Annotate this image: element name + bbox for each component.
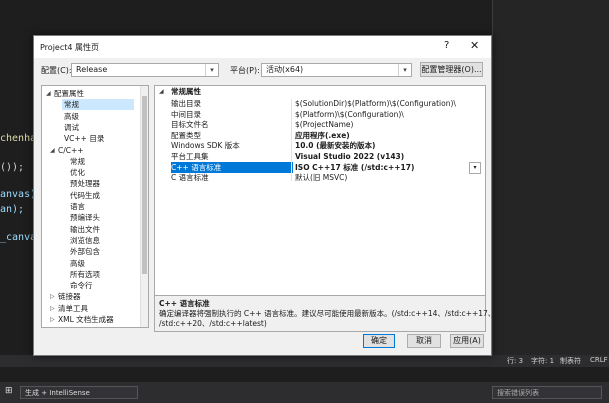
tree-item[interactable]: VC++ 目录 — [62, 133, 104, 144]
property-row[interactable]: 输出目录 $(SolutionDir)$(Platform)\$(Configur… — [155, 98, 485, 109]
tree-item[interactable]: 所有选项 — [68, 269, 100, 280]
property-name: 平台工具集 — [171, 152, 209, 161]
tree-item[interactable]: 清单工具 — [56, 303, 88, 314]
expand-icon[interactable]: ▷ — [50, 305, 55, 312]
status-tab: 制表符 — [560, 357, 581, 365]
tree-item[interactable]: 浏览信息 — [68, 235, 100, 246]
ok-button[interactable]: 确定 — [363, 334, 395, 348]
property-value: $(SolutionDir)$(Platform)\$(Configuratio… — [295, 99, 456, 108]
filter-icon[interactable]: ⊞ — [5, 386, 13, 396]
code-line: an); — [0, 204, 25, 215]
property-pages-dialog: Project4 属性页 ? ✕ 配置(C): Release ▾ 平台(P):… — [33, 35, 495, 356]
property-row[interactable]: Windows SDK 版本 10.0 (最新安装的版本) — [155, 140, 485, 151]
tree-item[interactable]: 高级 — [62, 111, 79, 122]
tree-item[interactable]: 语言 — [68, 201, 85, 212]
apply-button[interactable]: 应用(A) — [450, 334, 484, 348]
section-title: 常规属性 — [171, 87, 201, 96]
cancel-button[interactable]: 取消 — [407, 334, 441, 348]
status-char: 字符: 1 — [531, 357, 555, 365]
tree-item[interactable]: XML 文档生成器 — [56, 314, 114, 325]
property-value: 应用程序(.exe) — [295, 130, 350, 140]
property-name: 中间目录 — [171, 109, 201, 119]
property-value: $(ProjectName) — [295, 120, 354, 130]
config-manager-button[interactable]: 配置管理器(O)... — [420, 62, 483, 77]
collapse-icon[interactable]: ◢ — [50, 147, 55, 154]
property-name: C++ 语言标准 — [171, 161, 293, 173]
ide-side-panel — [492, 0, 609, 360]
tree-item[interactable]: 链接器 — [56, 291, 81, 302]
property-row[interactable]: C++ 语言标准 ISO C++17 标准 (/std:c++17) ▾ — [155, 161, 485, 174]
close-button[interactable]: ✕ — [470, 39, 479, 52]
property-name: 配置类型 — [171, 130, 201, 140]
property-grid: ◢ 常规属性 输出目录 $(SolutionDir)$(Platform)\$(C… — [154, 85, 486, 296]
tree-item[interactable]: 优化 — [68, 167, 85, 178]
grid-section-header: 常规属性 — [155, 86, 485, 97]
status-crlf: CRLF — [590, 356, 608, 364]
error-list-search[interactable]: 搜索错误列表 — [492, 386, 602, 399]
property-name: 输出目录 — [171, 99, 201, 108]
dialog-titlebar: Project4 属性页 ? ✕ — [34, 36, 491, 58]
tree-item[interactable]: 代码生成 — [68, 190, 100, 201]
property-value: 默认(旧 MSVC) — [295, 173, 348, 183]
tree-item[interactable]: 调试 — [62, 122, 79, 133]
platform-combo[interactable]: 活动(x64) ▾ — [261, 63, 412, 77]
property-row[interactable]: 平台工具集 Visual Studio 2022 (v143) — [155, 151, 485, 162]
code-line: anvas) — [0, 189, 37, 200]
platform-label: 平台(P): — [230, 66, 260, 75]
code-line: _canva — [0, 232, 37, 243]
tree-item[interactable]: 预编译头 — [68, 212, 100, 223]
expand-icon[interactable]: ▷ — [50, 316, 55, 323]
tree-item[interactable]: 预处理器 — [68, 178, 100, 189]
tree-item[interactable]: 高级 — [68, 258, 85, 269]
description-line2: /std:c++20、/std:c++latest) — [159, 319, 267, 328]
tree-item[interactable]: 输出文件 — [68, 224, 100, 235]
code-line: ()); — [0, 162, 25, 173]
tree-item[interactable]: 常规 — [62, 99, 134, 111]
property-row[interactable]: 目标文件名 $(ProjectName) — [155, 119, 485, 130]
property-tree: ◢ 配置属性 常规 高级 调试 VC++ 目录 ◢ C/C++ 常规 优化 预处理器 代码生成 语言 预编… — [41, 85, 149, 328]
search-placeholder: 搜索错误列表 — [497, 389, 539, 397]
property-name: Windows SDK 版本 — [171, 141, 240, 151]
tree-item[interactable]: C/C++ — [56, 145, 84, 156]
dialog-title: Project4 属性页 — [40, 43, 100, 52]
build-combo-label: 生成 + IntelliSense — [25, 389, 90, 397]
build-intellisense-combo[interactable]: 生成 + IntelliSense — [20, 386, 138, 399]
expand-icon[interactable]: ▷ — [50, 293, 55, 300]
tree-scroll-thumb[interactable] — [142, 96, 147, 274]
tree-item[interactable]: 外部包含 — [68, 246, 100, 257]
status-bar: 行: 3 字符: 1 制表符 CRLF — [0, 355, 609, 367]
code-line: chenha — [0, 133, 37, 144]
tree-item[interactable]: 命令行 — [68, 280, 93, 291]
property-name: C 语言标准 — [171, 173, 209, 183]
property-row[interactable]: 配置类型 应用程序(.exe) — [155, 130, 485, 141]
column-divider — [291, 99, 292, 181]
platform-value: 活动(x64) — [266, 65, 304, 74]
property-value: 10.0 (最新安装的版本) — [295, 141, 376, 151]
description-panel: C++ 语言标准 确定编译器将强制执行的 C++ 语言标准。建议尽可能使用最新版… — [154, 295, 495, 332]
property-value: $(Platform)\$(Configuration)\ — [295, 109, 404, 119]
config-label: 配置(C): — [41, 66, 72, 75]
property-row[interactable]: C 语言标准 默认(旧 MSVC) — [155, 172, 485, 183]
status-line: 行: 3 — [507, 357, 524, 365]
property-value: Visual Studio 2022 (v143) — [295, 152, 405, 161]
config-combo[interactable]: Release ▾ — [71, 63, 219, 77]
config-value: Release — [76, 65, 108, 74]
error-list-toolbar: ⊞ 生成 + IntelliSense 搜索错误列表 — [0, 382, 609, 403]
chevron-down-icon: ▾ — [205, 64, 218, 76]
tree-item[interactable]: 配置属性 — [52, 88, 84, 99]
chevron-down-icon: ▾ — [398, 64, 411, 76]
help-button[interactable]: ? — [444, 40, 449, 51]
property-row[interactable]: 中间目录 $(Platform)\$(Configuration)\ — [155, 109, 485, 120]
property-name: 目标文件名 — [171, 120, 209, 130]
collapse-icon[interactable]: ◢ — [46, 90, 51, 97]
tree-item[interactable]: 常规 — [68, 156, 85, 167]
property-value[interactable]: ISO C++17 标准 (/std:c++17) — [295, 162, 414, 173]
